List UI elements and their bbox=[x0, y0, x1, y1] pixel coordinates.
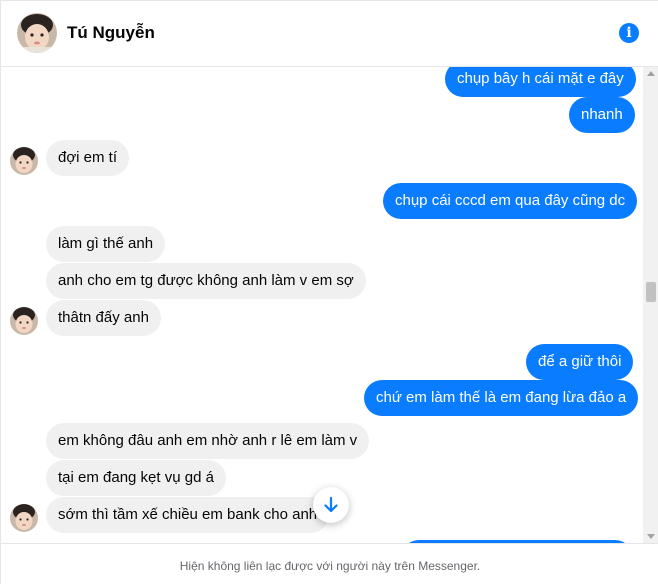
message-bubble-incoming[interactable]: em không đâu anh em nhờ anh r lê em làm … bbox=[46, 423, 370, 459]
message-bubble-outgoing[interactable]: nhanh bbox=[569, 97, 635, 133]
jump-to-latest-button[interactable] bbox=[313, 487, 349, 523]
contact-avatar-small bbox=[10, 147, 38, 175]
arrow-down-icon bbox=[324, 496, 338, 513]
chat-header: Tú Nguyễn i bbox=[1, 1, 658, 67]
info-icon[interactable]: i bbox=[619, 23, 639, 43]
message-scrollbar[interactable] bbox=[643, 67, 658, 543]
message-bubble-outgoing[interactable]: để a giữ thôi bbox=[526, 344, 634, 380]
message-bubble-outgoing[interactable]: chụp cái cccd em qua đây cũng dc bbox=[383, 183, 638, 219]
scrollbar-thumb[interactable] bbox=[646, 282, 656, 302]
message-bubble-incoming[interactable]: đợi em tí bbox=[46, 140, 130, 176]
message-bubble-outgoing[interactable]: chụp bây h cái mặt e đây bbox=[445, 67, 636, 97]
message-bubble-incoming[interactable]: anh cho em tg được không anh làm v em sợ bbox=[46, 263, 366, 299]
message-list: chụp bây h cái mặt e đây nhanh đợi em tí… bbox=[1, 67, 658, 543]
scroll-down-arrow-icon[interactable] bbox=[647, 534, 655, 539]
scroll-up-arrow-icon[interactable] bbox=[647, 71, 655, 76]
contact-avatar-small bbox=[10, 504, 38, 532]
chat-window: Tú Nguyễn i chụp bây h cái mặt e đây nha… bbox=[0, 0, 658, 584]
message-bubble-incoming[interactable]: tại em đang kẹt vụ gd á bbox=[46, 460, 226, 496]
unavailable-notice: Hiện không liên lạc được với người này t… bbox=[1, 543, 658, 584]
message-bubble-incoming[interactable]: làm gì thế anh bbox=[46, 226, 166, 262]
message-bubble-outgoing[interactable]: chứ em làm thế là em đang lừa đảo a bbox=[364, 380, 639, 416]
message-bubble-incoming[interactable]: sớm thì tầm xế chiều em bank cho anh bbox=[46, 497, 330, 533]
contact-avatar-small bbox=[10, 307, 38, 335]
message-bubble-incoming[interactable]: thâtn đấy anh bbox=[46, 300, 161, 336]
contact-name[interactable]: Tú Nguyễn bbox=[67, 23, 155, 43]
contact-avatar[interactable] bbox=[17, 13, 57, 53]
